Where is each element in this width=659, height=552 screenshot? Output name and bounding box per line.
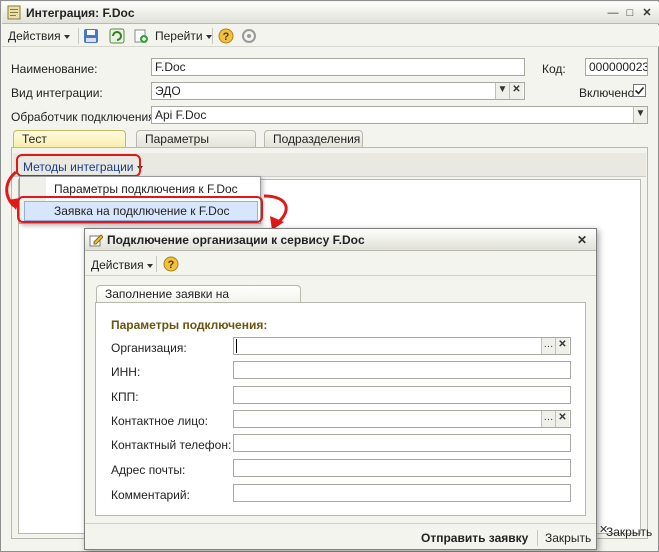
handler-label: Обработчик подключения: [11, 110, 158, 124]
dropdown-arrow-icon[interactable]: ▼ [633, 107, 647, 123]
dialog-title-bar: Подключение организации к сервису F.Doc … [85, 229, 596, 251]
contact-person-label: Контактное лицо: [111, 414, 208, 428]
svg-text:?: ? [223, 31, 230, 43]
organization-label: Организация: [111, 341, 187, 355]
app-icon [7, 5, 21, 20]
settings-icon[interactable] [241, 28, 257, 44]
help-icon[interactable]: ? [218, 28, 234, 44]
inn-input[interactable] [233, 361, 571, 379]
clear-icon[interactable]: ✕ [555, 411, 569, 427]
goto-menu-button[interactable]: Перейти [155, 29, 212, 43]
toolbar-separator [156, 256, 157, 272]
kpp-input[interactable] [233, 386, 571, 404]
inn-label: ИНН: [111, 365, 141, 379]
enabled-checkbox[interactable] [633, 84, 646, 97]
email-label: Адрес почты: [111, 463, 186, 477]
organization-input[interactable] [233, 337, 571, 355]
connection-dialog: Подключение организации к сервису F.Doc … [84, 228, 597, 550]
section-title: Параметры подключения: [111, 318, 268, 332]
save-icon[interactable] [83, 28, 99, 44]
main-close-button[interactable]: Закрыть [606, 525, 652, 539]
dialog-close-icon[interactable]: ✕ [577, 233, 587, 247]
tab-request-fill[interactable]: Заполнение заявки на подключение [96, 285, 301, 317]
tab-departments[interactable]: Подразделения [264, 130, 363, 148]
dialog-close-button[interactable]: Закрыть [545, 531, 591, 545]
contact-phone-input[interactable] [233, 434, 571, 452]
chevron-down-icon [146, 263, 153, 268]
name-input[interactable]: F.Doc [151, 58, 525, 76]
clear-icon[interactable]: ✕ [509, 83, 523, 99]
dialog-edit-icon [89, 234, 103, 247]
contact-phone-label: Контактный телефон: [111, 438, 232, 452]
contact-person-input[interactable] [233, 410, 571, 428]
help-icon[interactable]: ? [163, 256, 179, 272]
dialog-toolbar-divider [85, 275, 596, 276]
close-icon[interactable]: ✕ [640, 6, 654, 20]
window-title: Интеграция: F.Doc [26, 6, 135, 20]
dialog-title: Подключение организации к сервису F.Doc [107, 233, 365, 247]
copy-icon[interactable] [133, 28, 149, 44]
footer-separator [537, 530, 538, 546]
dialog-actions-button[interactable]: Действия [91, 258, 153, 272]
integration-type-label: Вид интеграции: [11, 86, 103, 100]
handler-value: Api F.Doc [155, 108, 207, 122]
handler-input[interactable]: Api F.Doc [151, 106, 648, 124]
chevron-down-icon [63, 34, 70, 39]
toolbar-separator [212, 28, 213, 44]
select-ellipsis-icon[interactable]: … [541, 338, 555, 354]
svg-text:?: ? [168, 259, 175, 271]
refresh-icon[interactable] [109, 28, 125, 44]
comment-input[interactable] [233, 484, 571, 502]
clear-icon[interactable]: ✕ [555, 338, 569, 354]
name-label: Наименование: [11, 62, 98, 76]
code-label: Код: [542, 62, 566, 76]
integration-type-value: ЭДО [155, 84, 181, 98]
minimize-icon[interactable]: — [606, 6, 620, 20]
tab-connection-test[interactable]: Тест подключения [13, 130, 126, 162]
enabled-label: Включено [579, 86, 635, 100]
toolbar: Действия Перейти ? [2, 25, 659, 47]
tab-service-params[interactable]: Параметры сервиса [136, 130, 256, 162]
comment-label: Комментарий: [111, 488, 190, 502]
maximize-icon[interactable]: □ [623, 6, 637, 20]
toolbar-separator [78, 28, 79, 44]
select-ellipsis-icon[interactable]: … [541, 411, 555, 427]
actions-menu-button[interactable]: Действия [8, 29, 70, 43]
dropdown-arrow-icon[interactable]: ▼ [495, 83, 509, 99]
kpp-label: КПП: [111, 390, 139, 404]
email-input[interactable] [233, 459, 571, 477]
dialog-footer-divider [85, 523, 596, 524]
title-bar: Интеграция: F.Doc — □ ✕ [2, 2, 659, 24]
integration-type-input[interactable]: ЭДО [151, 82, 525, 100]
chevron-down-icon [205, 34, 212, 39]
send-request-button[interactable]: Отправить заявку [421, 531, 528, 545]
code-input[interactable]: 000000023 [585, 58, 648, 76]
text-cursor [236, 339, 237, 353]
